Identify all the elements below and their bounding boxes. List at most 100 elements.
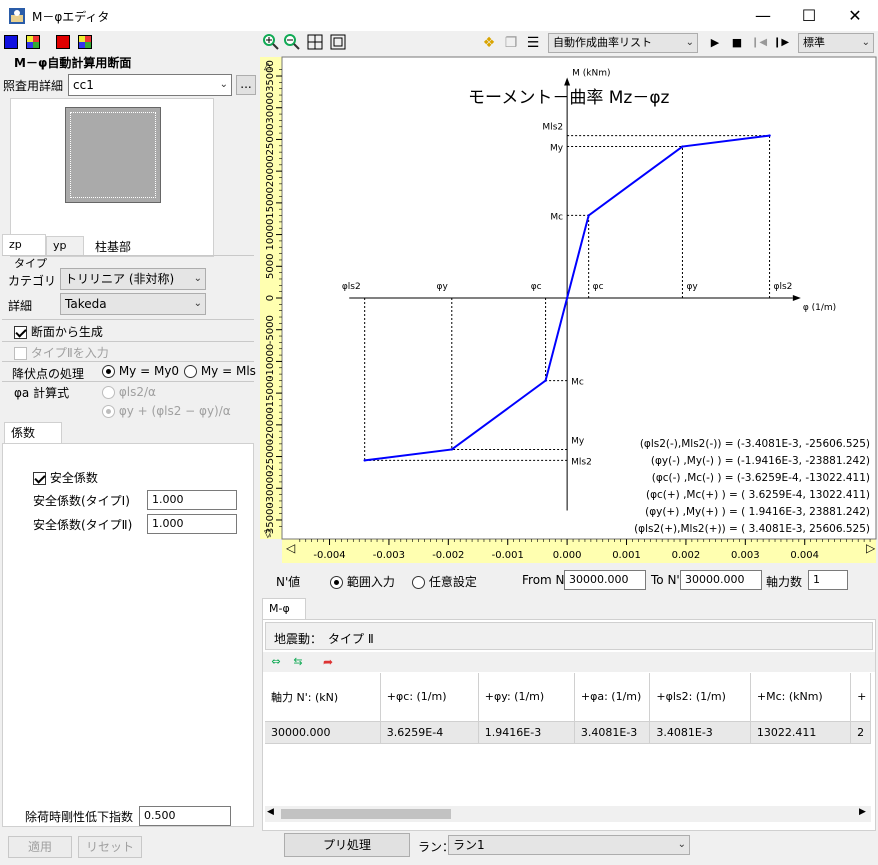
numbering-icon[interactable]: ⇆ [289, 653, 307, 671]
divider [2, 341, 254, 342]
step-forward-icon[interactable]: ❙▶ [772, 34, 790, 52]
reset-button[interactable]: リセット [78, 836, 142, 858]
to-input[interactable]: 30000.000 [680, 570, 762, 590]
gen-from-section-checkbox[interactable] [14, 326, 27, 339]
list-icon[interactable]: ☰ [524, 34, 542, 52]
category-label: カテゴリ [8, 274, 57, 288]
safety1-input[interactable]: 1.000 [147, 490, 237, 510]
from-input[interactable]: 30000.000 [564, 570, 646, 590]
type2-input-row[interactable]: タイプⅡを入力 [14, 344, 109, 361]
moment-point-label: Mls2 [571, 457, 592, 467]
type2-input-checkbox[interactable] [14, 347, 27, 360]
fit-grid-icon[interactable] [306, 34, 324, 52]
table-row[interactable]: 30000.000 3.6259E-4 1.9416E-3 3.4081E-3 … [265, 721, 871, 744]
yield-option-2[interactable]: My = Mls [184, 364, 256, 378]
y-tick-label: 0 [265, 295, 276, 301]
count-input[interactable]: 1 [808, 570, 848, 590]
phia-radio-1[interactable] [102, 386, 115, 399]
gen-from-section-row[interactable]: 断面から生成 [14, 323, 103, 340]
step-back-icon[interactable]: ❙◀ [750, 34, 768, 52]
tab-yp[interactable]: yp [46, 236, 84, 256]
col-phia[interactable]: +φa: (1/m) [574, 673, 651, 722]
cell[interactable]: 3.4081E-3 [649, 721, 751, 744]
data-grid[interactable]: 軸力 N': (kN) +φc: (1/m) +φy: (1/m) +φa: (… [265, 673, 871, 811]
phia-radio-2[interactable] [102, 405, 115, 418]
close-button[interactable]: ✕ [832, 0, 878, 31]
horizontal-scrollbar[interactable]: ◀ ▶ [265, 806, 871, 822]
phia-option-1[interactable]: φls2/α [102, 385, 156, 399]
range-input-option[interactable]: 範囲入力 [330, 573, 395, 590]
yield-radio-2[interactable] [184, 365, 197, 378]
run-select[interactable]: ラン1 ⌄ [448, 835, 690, 855]
stop-icon[interactable]: ■ [728, 34, 746, 52]
export-icon[interactable]: ➦ [319, 653, 337, 671]
cell[interactable]: 30000.000 [265, 721, 381, 744]
safety-label: 安全係数 [49, 471, 98, 485]
maximize-button[interactable]: ☐ [786, 0, 832, 31]
col-phic[interactable]: +φc: (1/m) [380, 673, 479, 722]
type-group-label: タイプ [14, 257, 47, 270]
curve-list-select[interactable]: 自動作成曲率リスト ⌄ [548, 33, 698, 53]
arbitrary-option[interactable]: 任意設定 [412, 573, 477, 590]
zoom-in-icon[interactable] [262, 34, 280, 52]
red-color-icon[interactable] [56, 35, 70, 49]
unload-label: 除荷時剛性低下指数 [25, 810, 134, 824]
col-phiy[interactable]: +φy: (1/m) [478, 673, 575, 722]
y-tick-label: -5000 [265, 315, 276, 344]
moment-curvature-chart[interactable]: -0.004 -0.003 -0.002 -0.001 0.000 0.001 0.002 0… [258, 55, 878, 565]
zoom-out-icon[interactable] [283, 34, 301, 52]
palette-icon[interactable] [26, 35, 40, 49]
cell[interactable]: 1.9416E-3 [478, 721, 575, 744]
yield-radio-1[interactable] [102, 365, 115, 378]
fit-window-icon[interactable] [329, 34, 347, 52]
curve-list-value: 自動作成曲率リスト [553, 36, 652, 49]
col-mc[interactable]: +Mc: (kNm) [750, 673, 852, 722]
y-tick-label: 20000 [265, 155, 276, 187]
phia-option-2[interactable]: φy + (φls2 − φy)/α [102, 404, 231, 418]
col-more[interactable]: + [850, 673, 871, 722]
quake-bar: 地震動： タイプ Ⅱ [265, 622, 873, 650]
table-header-row: 軸力 N': (kN) +φc: (1/m) +φy: (1/m) +φa: (… [265, 673, 871, 722]
mode-select[interactable]: 標準 ⌄ [798, 33, 874, 53]
scroll-right-icon[interactable]: ▶ [859, 807, 866, 817]
minimize-button[interactable]: — [740, 0, 786, 31]
unload-input[interactable]: 0.500 [139, 806, 231, 826]
preprocess-button[interactable]: プリ処理 [284, 833, 410, 857]
yield-option-1[interactable]: My = My0 [102, 364, 179, 378]
col-axial[interactable]: 軸力 N': (kN) [265, 673, 381, 722]
cell[interactable]: 2 [850, 721, 871, 744]
col-phils2[interactable]: +φls2: (1/m) [649, 673, 751, 722]
title-bar: M－φエディタ — ☐ ✕ [0, 0, 878, 31]
expand-columns-icon[interactable]: ⇔ [267, 653, 285, 671]
tab-coefficients[interactable]: 係数 [4, 422, 62, 444]
phi-point-label: φy [437, 282, 449, 292]
count-label: 軸力数 [766, 575, 803, 589]
chevron-down-icon: ⌄ [685, 37, 694, 48]
safety-row[interactable]: 安全係数 [33, 469, 98, 486]
play-icon[interactable]: ▶ [706, 34, 724, 52]
tab-zp[interactable]: zp [2, 234, 46, 256]
category-select[interactable]: トリリニア (非対称) ⌄ [60, 268, 206, 290]
scroll-thumb[interactable] [281, 809, 451, 819]
palette-icon-2[interactable] [78, 35, 92, 49]
detail-select[interactable]: Takeda ⌄ [60, 293, 206, 315]
cell[interactable]: 3.4081E-3 [574, 721, 651, 744]
ref-detail-select[interactable]: cc1 ⌄ [68, 74, 232, 96]
x-axis-label: φ (1/m) [803, 303, 836, 313]
safety-checkbox[interactable] [33, 472, 46, 485]
browse-button[interactable]: ... [236, 75, 256, 95]
safety2-input[interactable]: 1.000 [147, 514, 237, 534]
copy-icon[interactable]: ❐ [502, 34, 520, 52]
arbitrary-radio[interactable] [412, 576, 425, 589]
range-input-radio[interactable] [330, 576, 343, 589]
tab-m-phi[interactable]: M-φ [262, 598, 306, 620]
blue-color-icon[interactable] [4, 35, 18, 49]
run-person-icon[interactable]: ❖ [480, 34, 498, 52]
chevron-down-icon: ⌄ [219, 79, 228, 90]
m-phi-panel: 地震動： タイプ Ⅱ ⇔ ⇆ ➦ 軸力 N': (kN) +φc: (1/m) … [262, 619, 876, 831]
apply-button[interactable]: 適用 [8, 836, 72, 858]
rebar-outline [70, 112, 156, 198]
cell[interactable]: 3.6259E-4 [380, 721, 479, 744]
scroll-left-icon[interactable]: ◀ [267, 807, 274, 817]
cell[interactable]: 13022.411 [750, 721, 852, 744]
